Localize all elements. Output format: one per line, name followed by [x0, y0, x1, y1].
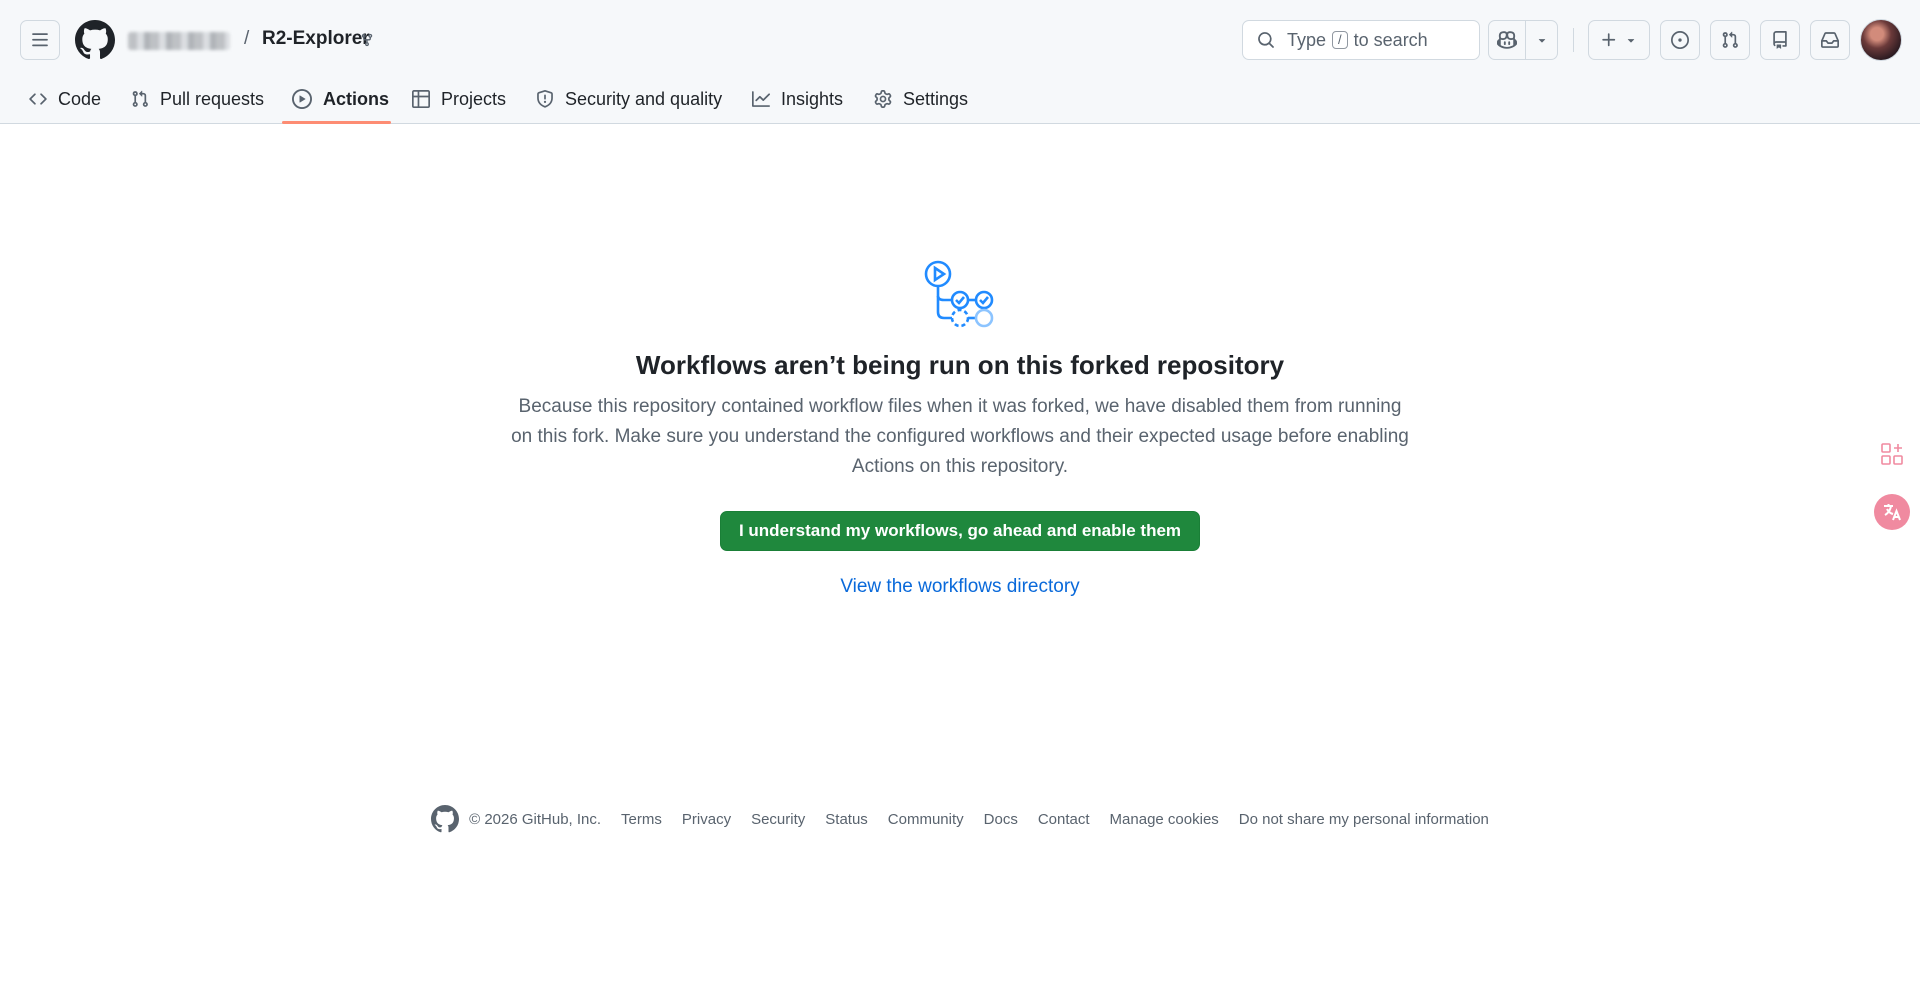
tab-label: Security and quality [565, 88, 723, 109]
header-divider [1573, 28, 1574, 52]
hamburger-icon [32, 33, 48, 47]
user-avatar[interactable] [1860, 19, 1902, 61]
tab-label: Actions [323, 88, 390, 109]
top-bar: / R2-Explorer Type / to search [0, 0, 1920, 80]
code-icon [29, 93, 47, 105]
tab-label: Insights [781, 88, 844, 109]
tab-label: Settings [903, 88, 969, 109]
page-title: Workflows aren’t being run on this forke… [635, 350, 1285, 380]
create-new-button[interactable] [1588, 20, 1650, 60]
issues-button[interactable] [1660, 20, 1700, 60]
search-input[interactable]: Type / to search [1242, 20, 1480, 60]
enable-workflows-button[interactable]: I understand my workflows, go ahead and … [720, 511, 1200, 551]
footer-link-docs[interactable]: Docs [984, 811, 1018, 828]
translate-icon [1884, 504, 1901, 521]
search-shortcut-key: / [1332, 31, 1348, 49]
tab-actions[interactable]: Actions [292, 80, 389, 124]
git-pull-request-icon [1722, 31, 1738, 48]
app-header: / R2-Explorer Type / to search Code Pull… [0, 0, 1920, 124]
page-description: Because this repository contained workfl… [511, 396, 1409, 477]
menu-button[interactable] [20, 20, 60, 60]
tab-pull-requests[interactable]: Pull requests [131, 80, 264, 124]
github-logo-icon[interactable] [75, 20, 115, 60]
tab-insights[interactable]: Insights [752, 80, 843, 124]
footer-link-contact[interactable]: Contact [1038, 811, 1090, 828]
breadcrumb-separator: / [244, 28, 250, 49]
tab-label: Code [58, 88, 102, 109]
search-suffix: to search [1353, 29, 1428, 50]
tab-label: Projects [441, 88, 507, 109]
play-icon [292, 89, 312, 109]
triangle-down-icon [1538, 39, 1545, 43]
plus-icon [1602, 33, 1616, 47]
gear-icon [874, 90, 892, 108]
workflows-directory-link[interactable]: View the workflows directory [0, 576, 1920, 598]
tab-code[interactable]: Code [29, 80, 101, 124]
footer-link-terms[interactable]: Terms [621, 811, 662, 828]
search-icon [1258, 32, 1274, 48]
main-content: Workflows aren’t being run on this forke… [0, 124, 1920, 864]
search-placeholder: Type / to search [1287, 30, 1428, 51]
github-logo-icon[interactable] [431, 805, 460, 833]
footer-link-manage-cookies[interactable]: Manage cookies [1110, 811, 1219, 828]
pull-requests-button[interactable] [1710, 20, 1750, 60]
footer-link-status[interactable]: Status [825, 811, 868, 828]
tab-security[interactable]: Security and quality [536, 80, 722, 124]
table-icon [412, 90, 430, 108]
footer-link-security[interactable]: Security [751, 811, 805, 828]
git-pull-request-icon [132, 90, 148, 107]
copilot-button[interactable] [1489, 21, 1527, 59]
copilot-icon [1497, 31, 1518, 49]
notifications-button[interactable] [1810, 20, 1850, 60]
footer: © 2026 GitHub, Inc. Terms Privacy Securi… [0, 804, 1920, 834]
footer-link-do-not-share[interactable]: Do not share my personal information [1239, 811, 1489, 828]
tab-label: Pull requests [160, 88, 265, 109]
copilot-button-group [1488, 20, 1558, 60]
issue-opened-icon [1671, 31, 1689, 49]
graph-icon [752, 91, 770, 107]
copilot-dropdown-button[interactable] [1526, 21, 1557, 59]
inbox-icon [1821, 32, 1839, 48]
search-prefix: Type [1287, 29, 1327, 50]
repositories-button[interactable] [1760, 20, 1800, 60]
triangle-down-icon [1627, 39, 1635, 43]
repo-nav: Code Pull requests Actions Projects Secu… [0, 80, 1920, 124]
workflow-icon [924, 260, 994, 328]
tab-settings[interactable]: Settings [874, 80, 968, 124]
footer-copyright: © 2026 GitHub, Inc. [469, 810, 602, 828]
owner-name-redacted[interactable] [128, 32, 230, 50]
footer-link-privacy[interactable]: Privacy [682, 811, 731, 828]
apps-grid-icon[interactable] [1880, 442, 1904, 466]
repo-forked-icon [361, 33, 373, 47]
tab-projects[interactable]: Projects [412, 80, 506, 124]
translate-extension-button[interactable] [1874, 494, 1910, 530]
repo-name-link[interactable]: R2-Explorer [262, 28, 370, 50]
footer-link-community[interactable]: Community [888, 811, 964, 828]
repo-icon [1773, 31, 1787, 49]
shield-icon [537, 90, 553, 108]
